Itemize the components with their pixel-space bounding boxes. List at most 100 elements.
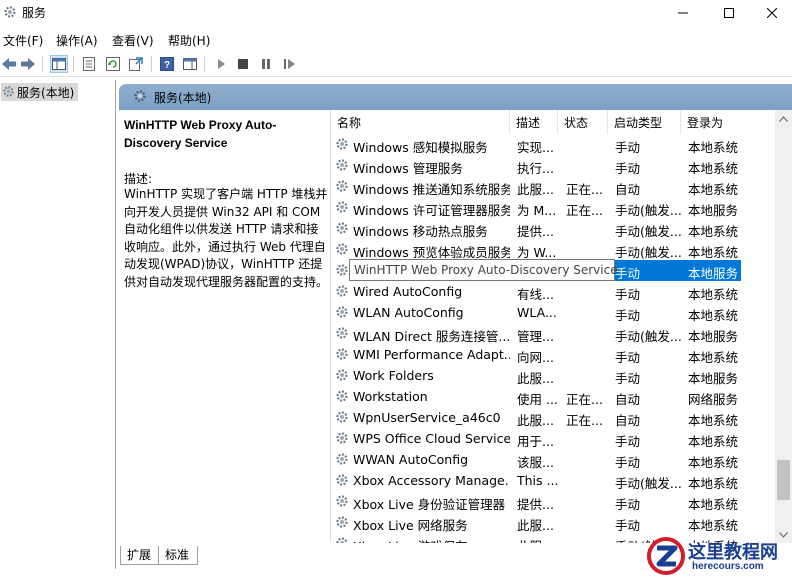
show-hide-console-tree-button[interactable] (50, 55, 68, 73)
toolbar-separator (73, 56, 74, 72)
close-button[interactable] (752, 0, 792, 26)
service-row[interactable]: Windows 管理服务 执行... 手动 本地系统 (331, 155, 777, 176)
vertical-scrollbar[interactable] (775, 110, 792, 543)
service-gear-icon (335, 221, 349, 238)
service-name: WpnUserService_a46c0 (353, 410, 501, 425)
service-startup-type: 手动 (615, 455, 641, 470)
service-log-on-as: 本地系统 (688, 245, 739, 260)
export-list-button[interactable] (127, 55, 145, 73)
service-description: 此服... (517, 536, 559, 543)
properties-button[interactable] (80, 55, 98, 73)
menu-view[interactable]: 查看(V) (112, 32, 154, 49)
service-row[interactable]: Windows 移动热点服务 提供... 手动(触发... 本地系统 (331, 218, 777, 239)
service-name: WLAN Direct 服务连接管... (353, 329, 510, 344)
tab-standard[interactable]: 标准 (158, 546, 199, 565)
service-row[interactable]: Windows 许可证管理器服务为 M... 正在... 手动(触发... 本地服务 (331, 197, 777, 218)
service-startup-type: 手动(触发... (615, 476, 681, 491)
service-gear-icon (335, 158, 349, 175)
console-tree: 服务(本地) (0, 80, 116, 569)
menu-action[interactable]: 操作(A) (56, 32, 98, 49)
service-log-on-as: 本地服务 (688, 203, 739, 218)
description-text: WinHTTP 实现了客户端 HTTP 堆栈并向开发人员提供 Win32 API… (124, 187, 329, 289)
service-row[interactable]: Workstation 使用 ... 正在... 自动 网络服务 (331, 386, 777, 407)
service-status: 正在... (566, 182, 603, 197)
service-gear-icon (335, 326, 349, 343)
scrollbar-thumb[interactable] (777, 460, 790, 500)
service-description: 此服... (517, 182, 554, 197)
pause-service-button[interactable] (257, 55, 275, 73)
service-name: Windows 许可证管理器服务 (353, 203, 510, 218)
description-label: 描述: (124, 172, 153, 186)
stop-icon (238, 59, 248, 69)
help-button[interactable]: ? (158, 55, 176, 73)
scroll-up-button[interactable] (775, 110, 792, 127)
service-row[interactable]: Xbox Live 身份验证管理器 提供... 手动 本地系统 (331, 491, 777, 512)
column-header-status[interactable]: 状态 (558, 110, 608, 134)
start-service-button[interactable] (212, 55, 230, 73)
service-startup-type: 手动 (615, 287, 641, 302)
service-log-on-as: 本地系统 (688, 287, 739, 302)
window-title: 服务 (22, 6, 47, 20)
service-name: Xbox Live 游戏保存 (353, 536, 510, 543)
service-log-on-as: 本地系统 (688, 413, 739, 428)
service-row[interactable]: WMI Performance Adapt... 向网... 手动 本地系统 (331, 344, 777, 365)
service-row[interactable]: Xbox Live 网络服务 此服... 手动 本地系统 (331, 512, 777, 533)
service-row[interactable]: Work Folders 此服... 手动 本地服务 (331, 365, 777, 386)
console-tree-icon (52, 58, 66, 70)
service-startup-type: 手动 (615, 371, 641, 386)
forward-button[interactable] (19, 55, 37, 73)
service-log-on-as: 本地系统 (688, 161, 739, 176)
column-header-name[interactable]: ^ 名称 (331, 110, 510, 134)
service-startup-type: 自动 (615, 413, 641, 428)
service-name: Xbox Live 身份验证管理器 (353, 497, 506, 512)
service-name: Wired AutoConfig (353, 284, 463, 299)
service-name: Windows 推送通知系统服务 (353, 182, 510, 197)
service-row[interactable]: WLAN Direct 服务连接管... 管理... 手动(触发... 本地服务 (331, 323, 777, 344)
column-header-log-on-as[interactable]: 登录为 (681, 110, 777, 134)
maximize-button[interactable] (706, 0, 752, 26)
tree-item-services-local[interactable]: 服务(本地) (1, 83, 79, 101)
service-row[interactable]: Windows 预览体验成员服务为 W... 手动(触发... 本地系统 (331, 239, 777, 260)
service-gear-icon (335, 284, 349, 301)
refresh-button[interactable] (104, 55, 122, 73)
column-header-description[interactable]: 描述 (510, 110, 558, 134)
service-name: WLAN AutoConfig (353, 305, 464, 320)
service-log-on-as: 本地系统 (688, 350, 739, 365)
back-button[interactable] (0, 55, 18, 73)
toolbar-separator (42, 56, 43, 72)
service-gear-icon (335, 494, 349, 511)
service-log-on-as: 本地系统 (688, 308, 739, 323)
tab-extended[interactable]: 扩展 (120, 546, 161, 565)
service-log-on-as: 本地服务 (688, 371, 739, 386)
menu-help[interactable]: 帮助(H) (168, 32, 210, 49)
menu-bar: 文件(F) 操作(A) 查看(V) 帮助(H) (0, 28, 792, 50)
service-gear-icon (335, 179, 349, 196)
service-log-on-as: 本地系统 (688, 140, 739, 155)
service-row[interactable]: Windows 推送通知系统服务 此服... 正在... 自动 本地系统 (331, 176, 777, 197)
menu-file[interactable]: 文件(F) (3, 32, 43, 49)
service-gear-icon (335, 389, 349, 406)
action-pane-button[interactable] (181, 55, 199, 73)
stop-service-button[interactable] (234, 55, 252, 73)
service-row[interactable]: Wired AutoConfig 有线... 手动 本地系统 (331, 281, 777, 302)
service-gear-icon (335, 368, 349, 385)
service-log-on-as: 本地系统 (688, 224, 739, 239)
service-row[interactable]: WPS Office Cloud Service 用于... 手动 本地系统 (331, 428, 777, 449)
service-name: Work Folders (353, 368, 434, 383)
service-description: 此服... (517, 413, 554, 428)
service-row[interactable]: WpnUserService_a46c0 此服... 正在... 自动 本地系统 (331, 407, 777, 428)
service-row[interactable]: WWAN AutoConfig 该服... 手动 本地系统 (331, 449, 777, 470)
service-gear-icon (335, 536, 349, 543)
minimize-button[interactable] (660, 0, 706, 26)
site-watermark: 这里教程网 herecours.com (640, 532, 792, 579)
service-name: Windows 移动热点服务 (353, 224, 488, 239)
service-log-on-as: 本地系统 (688, 497, 739, 512)
service-row[interactable]: Windows 感知模拟服务 实现... 手动 本地系统 (331, 134, 777, 155)
service-row[interactable]: WLAN AutoConfig WLA... 手动 本地系统 (331, 302, 777, 323)
service-log-on-as: 本地系统 (688, 182, 739, 197)
service-row[interactable]: Xbox Accessory Manage... This ... 手动(触发...… (331, 470, 777, 491)
service-gear-icon (335, 137, 349, 154)
column-header-startup-type[interactable]: 启动类型 (608, 110, 681, 134)
services-gear-icon (3, 5, 17, 19)
restart-service-button[interactable] (281, 55, 299, 73)
